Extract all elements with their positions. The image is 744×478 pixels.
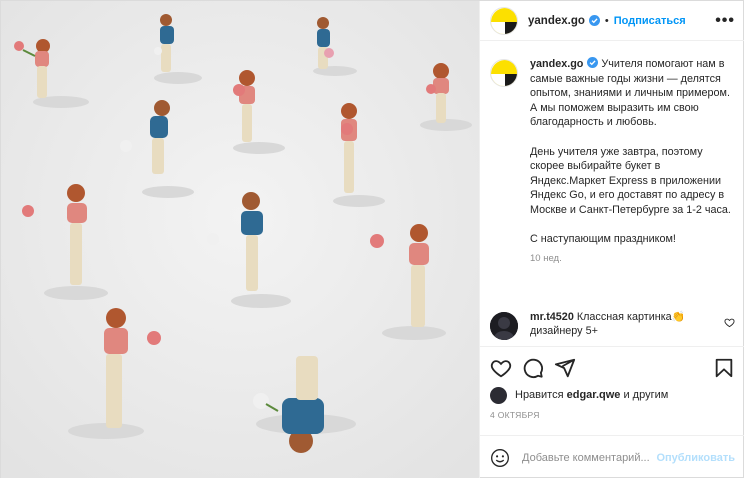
yandex-go-logo-icon <box>491 7 517 34</box>
follow-button[interactable]: Подписаться <box>614 15 686 27</box>
likes-suffix[interactable]: и другим <box>623 389 668 401</box>
separator-dot: • <box>604 14 609 27</box>
verified-badge-icon <box>588 15 600 26</box>
comment-input[interactable] <box>522 451 657 464</box>
add-comment-bar: Опубликовать <box>480 435 744 478</box>
caption-paragraph: День учителя уже завтра, поэтому скорее … <box>530 145 731 216</box>
verified-badge-icon <box>587 57 599 68</box>
post-photo[interactable] <box>1 1 479 478</box>
comment-username-link[interactable]: mr.t4520 <box>530 311 574 323</box>
commenter-avatar-icon <box>490 312 518 340</box>
avatar[interactable] <box>490 59 518 87</box>
publish-button[interactable]: Опубликовать <box>656 452 735 464</box>
post-date[interactable]: 4 ОКТЯБРЯ <box>490 410 540 420</box>
caption-paragraph: С наступающим праздником! <box>530 233 676 246</box>
avatar[interactable] <box>490 6 518 35</box>
comment-text: mr.t4520 Классная картинка👏 дизайнеру 5+ <box>530 310 735 338</box>
yandex-go-logo-icon <box>491 60 517 86</box>
children-with-bouquets-illustration <box>1 1 479 478</box>
post-time[interactable]: 10 нед. <box>530 253 735 264</box>
avatar[interactable] <box>490 312 518 340</box>
post-header: yandex.go • Подписаться ••• <box>480 1 744 41</box>
emoji-icon[interactable] <box>490 448 510 468</box>
heart-icon[interactable] <box>724 317 735 328</box>
post-caption: yandex.go Учителя помогают нам в самые в… <box>490 57 735 297</box>
comment-icon[interactable] <box>522 357 544 379</box>
bookmark-icon[interactable] <box>713 357 735 379</box>
caption-text: yandex.go Учителя помогают нам в самые в… <box>530 57 735 247</box>
username-link[interactable]: yandex.go <box>528 15 585 27</box>
comment-item: mr.t4520 Классная картинка👏 дизайнеру 5+ <box>490 310 735 340</box>
heart-icon[interactable] <box>490 357 512 379</box>
instagram-post: yandex.go • Подписаться ••• yandex.go Уч… <box>0 0 744 478</box>
more-options-icon[interactable]: ••• <box>715 12 735 30</box>
liker-username-link[interactable]: edgar.qwe <box>567 389 621 401</box>
post-sidebar: yandex.go • Подписаться ••• yandex.go Уч… <box>479 1 744 478</box>
caption-username-link[interactable]: yandex.go <box>530 58 583 70</box>
likes-summary: Нравится edgar.qwe и другим <box>490 385 735 405</box>
share-icon[interactable] <box>554 357 576 379</box>
post-actions <box>480 346 744 382</box>
likes-prefix: Нравится <box>515 389 564 401</box>
avatar[interactable] <box>490 386 507 404</box>
